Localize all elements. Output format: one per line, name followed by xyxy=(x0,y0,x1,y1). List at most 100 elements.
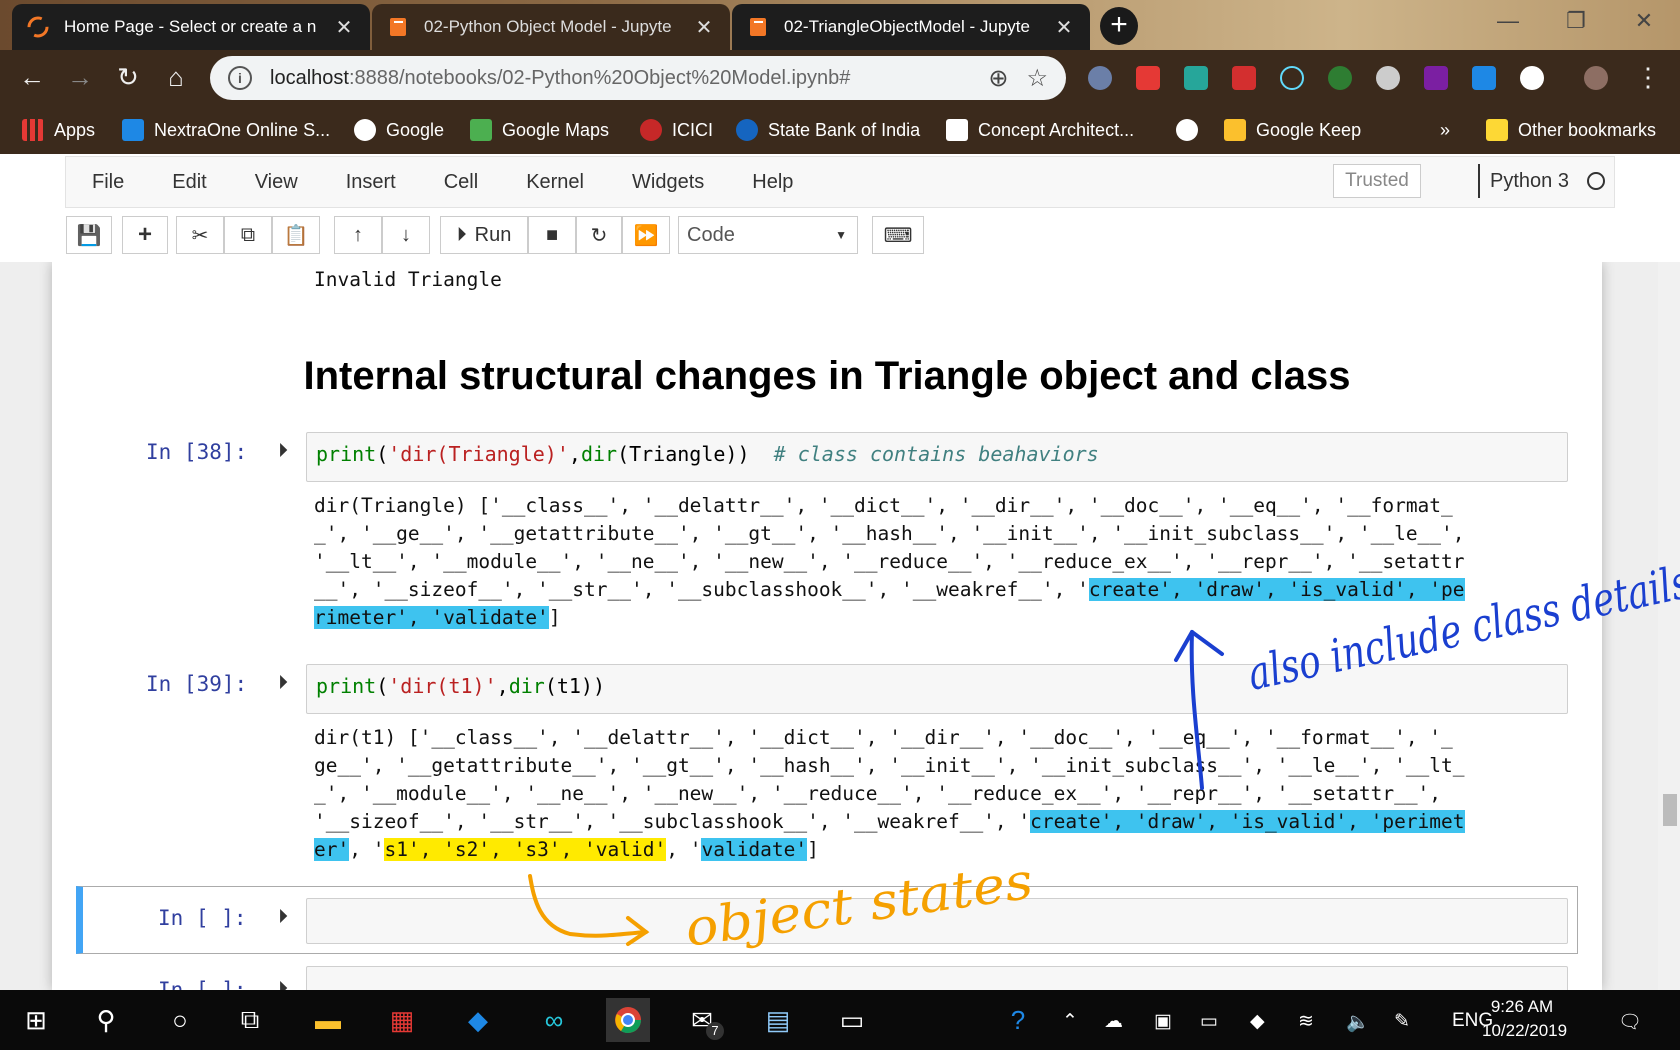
move-up-button[interactable]: ↑ xyxy=(334,216,382,254)
tray-app-icon[interactable]: ▣ xyxy=(1154,1010,1172,1033)
wifi-icon[interactable]: ≋ xyxy=(1298,1010,1314,1033)
restart-icon: ↻ xyxy=(590,224,608,247)
close-icon[interactable]: ✕ xyxy=(332,15,356,40)
chrome-icon[interactable] xyxy=(606,998,650,1042)
react-icon[interactable] xyxy=(1280,66,1304,90)
menu-dots-icon[interactable]: ⋮ xyxy=(1632,62,1664,94)
bookmark-apps[interactable]: Apps xyxy=(22,106,95,154)
cortana-icon[interactable]: ○ xyxy=(158,998,202,1042)
menu-insert[interactable]: Insert xyxy=(346,171,396,194)
extension-icon[interactable] xyxy=(1376,66,1400,90)
dropbox-icon[interactable] xyxy=(1472,66,1496,90)
code-input-empty-2[interactable] xyxy=(306,966,1568,990)
menu-help[interactable]: Help xyxy=(752,171,793,194)
command-palette-button[interactable]: ⌨ xyxy=(872,216,924,254)
onedrive-icon[interactable]: ☁ xyxy=(1104,1010,1123,1033)
url-text[interactable]: localhost:8888/notebooks/02-Python%20Obj… xyxy=(270,67,988,90)
menu-cell[interactable]: Cell xyxy=(444,171,478,194)
tab-triangle-object-model[interactable]: 02-TriangleObjectModel - Jupyte ✕ xyxy=(732,4,1090,50)
task-view-icon[interactable]: ⧉ xyxy=(228,998,272,1042)
maximize-icon[interactable]: ❐ xyxy=(1556,8,1596,34)
bookmark-sbi[interactable]: State Bank of India xyxy=(736,106,920,154)
bookmark-google-keep[interactable]: Google Keep xyxy=(1224,106,1361,154)
cut-button[interactable]: ✂ xyxy=(176,216,224,254)
run-button[interactable]: ⏵ Run xyxy=(440,216,528,254)
close-icon[interactable]: ✕ xyxy=(1052,15,1076,40)
tab-home-page[interactable]: Home Page - Select or create a n ✕ xyxy=(12,4,370,50)
clock[interactable]: 9:26 AM 10/22/2019 xyxy=(1482,995,1567,1043)
volume-icon[interactable]: 🔈 xyxy=(1346,1010,1370,1034)
bookmark-star-icon[interactable]: ☆ xyxy=(1026,64,1048,93)
run-cell-icon[interactable]: ⏵ xyxy=(278,440,288,463)
run-cell-icon[interactable]: ⏵ xyxy=(278,672,288,695)
bookmark-icici[interactable]: ICICI xyxy=(640,106,713,154)
save-button[interactable]: 💾 xyxy=(66,216,112,254)
extension-icon[interactable] xyxy=(1088,66,1112,90)
notifications-icon[interactable]: 🗨 xyxy=(1618,1010,1642,1034)
paste-button[interactable]: 📋 xyxy=(272,216,320,254)
code-text[interactable]: print('dir(Triangle)',dir(Triangle)) # c… xyxy=(316,442,1099,466)
dropbox-icon[interactable]: ◆ xyxy=(456,998,500,1042)
trusted-indicator[interactable]: Trusted xyxy=(1333,164,1421,198)
run-cell-icon[interactable]: ⏵ xyxy=(278,978,288,990)
infinity-app-icon[interactable]: ∞ xyxy=(532,998,576,1042)
code-text[interactable]: print('dir(t1)',dir(t1)) xyxy=(316,674,605,698)
show-hidden-icons[interactable]: ⌃ xyxy=(1062,1010,1078,1033)
zoom-icon[interactable]: ⊕ xyxy=(988,64,1008,93)
close-window-icon[interactable]: ✕ xyxy=(1624,8,1664,34)
reload-icon[interactable]: ↻ xyxy=(112,62,144,94)
file-explorer-icon[interactable]: ▬ xyxy=(306,998,350,1042)
code-input-empty[interactable] xyxy=(306,898,1568,944)
move-down-button[interactable]: ↓ xyxy=(382,216,430,254)
home-icon[interactable]: ⌂ xyxy=(160,62,192,94)
bookmark-google-maps[interactable]: Google Maps xyxy=(470,106,609,154)
copy-button[interactable]: ⧉ xyxy=(224,216,272,254)
notes-app-icon[interactable]: ▤ xyxy=(756,998,800,1042)
windows-start-icon[interactable]: ⊞ xyxy=(14,998,58,1042)
battery-icon[interactable]: ▭ xyxy=(1200,1010,1218,1033)
evernote-icon[interactable] xyxy=(1328,66,1352,90)
restart-run-all-button[interactable]: ⏩ xyxy=(622,216,670,254)
bookmarks-overflow[interactable]: » xyxy=(1440,106,1450,154)
store-icon[interactable]: ▦ xyxy=(380,998,424,1042)
menu-widgets[interactable]: Widgets xyxy=(632,171,704,194)
run-cell-icon[interactable]: ⏵ xyxy=(278,906,288,929)
profile-avatar[interactable] xyxy=(1584,66,1608,90)
interrupt-button[interactable]: ■ xyxy=(528,216,576,254)
new-tab-button[interactable]: + xyxy=(1100,7,1138,45)
bookmark-nextraone[interactable]: NextraOne Online S... xyxy=(122,106,330,154)
address-bar[interactable]: i localhost:8888/notebooks/02-Python%20O… xyxy=(210,56,1066,100)
terminal-icon[interactable]: ▭ xyxy=(830,998,874,1042)
forward-icon[interactable]: → xyxy=(64,62,96,94)
scrollbar-thumb[interactable] xyxy=(1663,794,1677,826)
bookmark-other[interactable]: Other bookmarks xyxy=(1486,106,1656,154)
bookmark-google[interactable]: Google xyxy=(354,106,444,154)
cell-type-select[interactable]: Code ▼ xyxy=(678,216,858,254)
menu-file[interactable]: File xyxy=(92,171,124,194)
restart-button[interactable]: ↻ xyxy=(576,216,622,254)
search-icon[interactable]: ⚲ xyxy=(84,998,128,1042)
mail-icon[interactable]: ✉ 7 xyxy=(680,998,724,1042)
onenote-icon[interactable] xyxy=(1424,66,1448,90)
menu-view[interactable]: View xyxy=(255,171,298,194)
gmail-icon xyxy=(946,119,968,141)
bookmark-globe[interactable] xyxy=(1176,106,1208,154)
help-icon[interactable]: ? xyxy=(996,998,1040,1042)
close-icon[interactable]: ✕ xyxy=(692,15,716,40)
info-icon[interactable]: i xyxy=(228,66,252,90)
insert-cell-button[interactable]: + xyxy=(122,216,168,254)
bookmark-concept-architect[interactable]: Concept Architect... xyxy=(946,106,1134,154)
extension-icon[interactable] xyxy=(1184,66,1208,90)
gmail-icon[interactable] xyxy=(1232,66,1256,90)
back-icon[interactable]: ← xyxy=(16,62,48,94)
menu-kernel[interactable]: Kernel xyxy=(526,171,584,194)
extension-icon[interactable] xyxy=(1136,66,1160,90)
extension-icon[interactable] xyxy=(1520,66,1544,90)
scrollbar[interactable] xyxy=(1658,262,1680,990)
dropbox-tray-icon[interactable]: ◆ xyxy=(1250,1010,1265,1033)
menu-edit[interactable]: Edit xyxy=(172,171,206,194)
tab-python-object-model[interactable]: 02-Python Object Model - Jupyte ✕ xyxy=(372,4,730,50)
kernel-name[interactable]: Python 3 xyxy=(1478,164,1569,198)
pen-icon[interactable]: ✎ xyxy=(1394,1010,1410,1033)
minimize-icon[interactable]: — xyxy=(1488,8,1528,34)
